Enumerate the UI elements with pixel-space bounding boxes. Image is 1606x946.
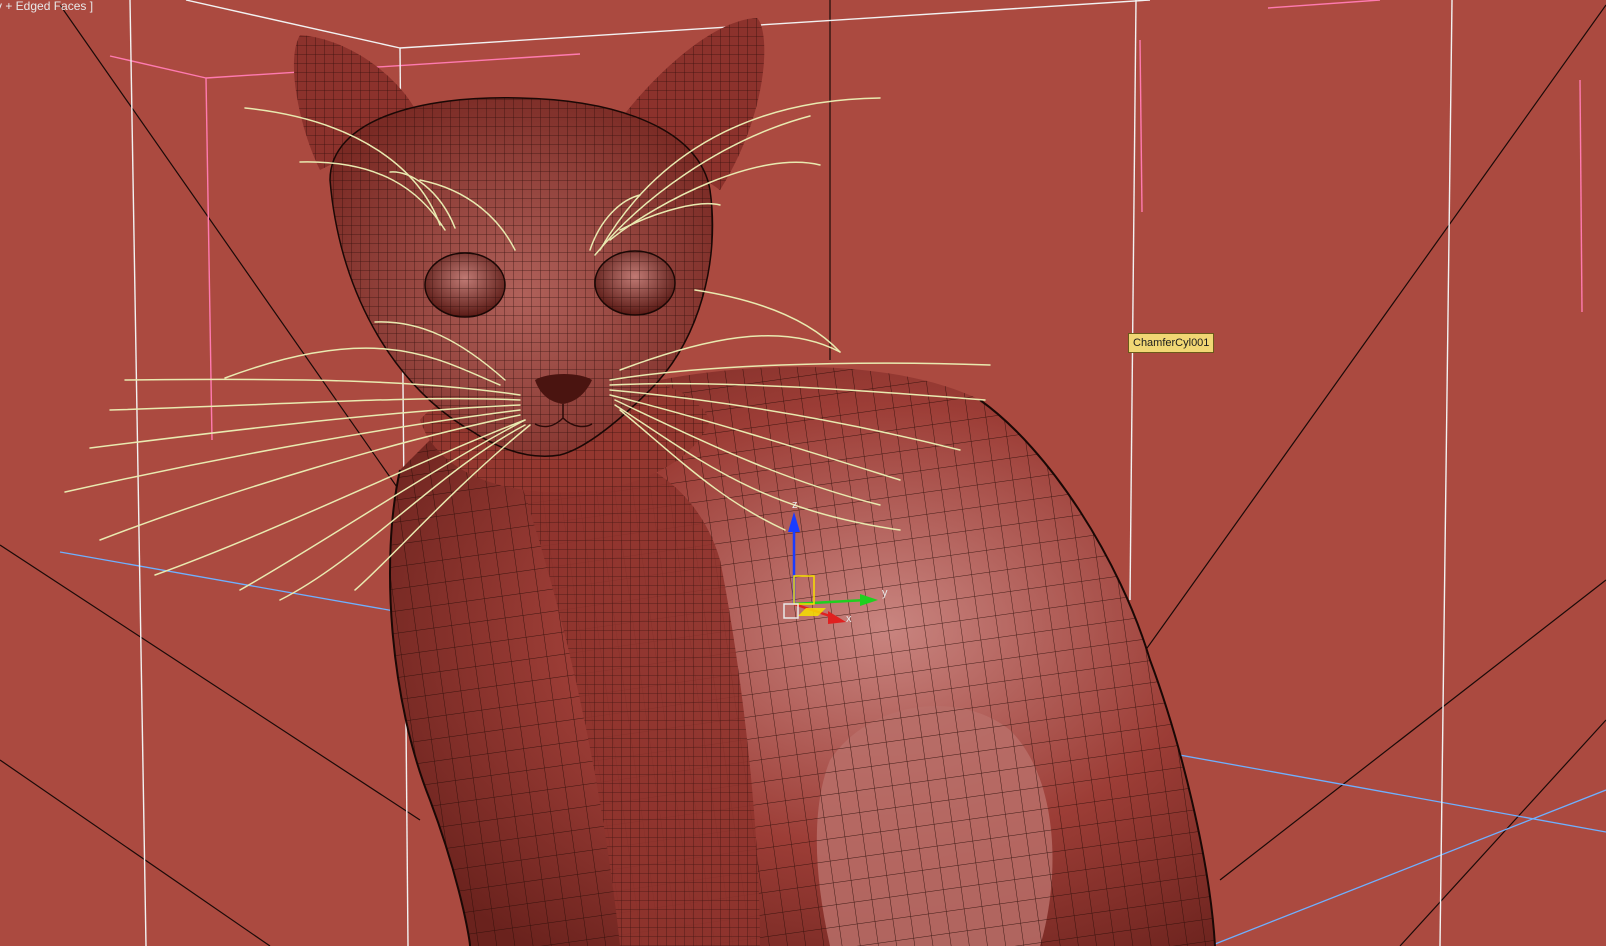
- viewport-shading-label[interactable]: y + Edged Faces ]: [0, 0, 93, 13]
- gizmo-label-y: y: [882, 587, 888, 599]
- perspective-viewport[interactable]: z y x y + Edged Faces ] ChamferCyl001: [0, 0, 1606, 946]
- cat-model[interactable]: [293, 18, 1216, 946]
- object-name-tooltip: ChamferCyl001: [1128, 333, 1215, 353]
- gizmo-label-x: x: [846, 613, 852, 625]
- gizmo-label-z: z: [792, 499, 798, 511]
- scene-canvas[interactable]: z y x: [0, 0, 1606, 946]
